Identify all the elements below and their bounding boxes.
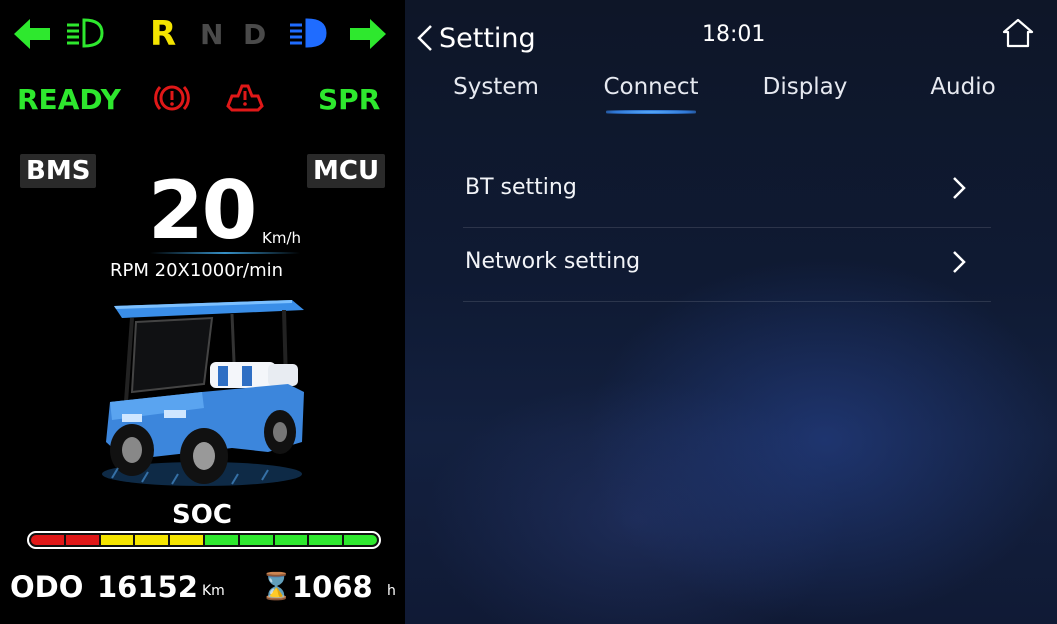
back-button[interactable]: Setting — [415, 18, 536, 58]
odo-value: 16152 — [97, 570, 198, 604]
page-title: Setting — [439, 22, 536, 54]
speed-divider — [150, 252, 300, 254]
hourglass-icon: ⌛ — [260, 572, 293, 602]
bt-setting-item[interactable]: BT setting — [463, 153, 991, 228]
soc-battery-bar — [27, 531, 381, 549]
mcu-badge: MCU — [307, 154, 386, 188]
ready-indicator: READY — [17, 83, 121, 116]
spr-indicator: SPR — [318, 83, 381, 116]
soc-segment — [344, 535, 377, 545]
network-setting-label: Network setting — [465, 249, 641, 274]
headlight-low-beam-icon — [67, 18, 104, 48]
hours-unit: h — [387, 583, 396, 599]
odo-label: ODO — [10, 570, 84, 604]
soc-segment — [309, 535, 343, 545]
soc-segment — [239, 535, 273, 545]
right-turn-signal-icon — [350, 19, 386, 49]
chevron-right-icon — [953, 177, 966, 199]
clock-time: 18:01 — [702, 22, 766, 47]
vehicle-fault-icon — [226, 84, 264, 112]
tab-connect[interactable]: Connect — [601, 74, 701, 100]
golf-cart-image — [102, 300, 304, 486]
soc-segment — [204, 535, 238, 545]
bms-badge: BMS — [20, 154, 97, 188]
instrument-cluster: R N D READY SPR BMS MCU 20 Km/h RPM 20X1… — [0, 0, 405, 624]
speed-unit: Km/h — [262, 229, 302, 247]
soc-segment — [65, 535, 99, 545]
odo-unit: Km — [202, 583, 225, 599]
hours-value: 1068 — [292, 570, 373, 604]
soc-segment — [100, 535, 134, 545]
speed-value: 20 — [148, 164, 257, 257]
tab-audio[interactable]: Audio — [923, 74, 1003, 100]
parking-brake-icon — [154, 85, 190, 111]
tab-system[interactable]: System — [451, 74, 541, 100]
home-icon[interactable] — [1001, 17, 1035, 49]
rpm-readout: RPM 20X1000r/min — [110, 260, 284, 281]
soc-segment — [31, 535, 64, 545]
soc-segment — [135, 535, 169, 545]
left-turn-signal-icon — [14, 19, 50, 49]
gear-d-indicator: D — [243, 18, 267, 51]
soc-segment — [274, 535, 308, 545]
gear-r-indicator: R — [150, 14, 177, 54]
headlight-high-beam-icon — [290, 18, 327, 48]
active-tab-indicator — [606, 110, 696, 114]
gear-n-indicator: N — [200, 18, 224, 51]
chevron-right-icon — [953, 251, 966, 273]
soc-label: SOC — [172, 500, 232, 530]
tab-display[interactable]: Display — [760, 74, 850, 100]
settings-panel: Setting 18:01 System Connect Display Aud… — [405, 0, 1057, 624]
chevron-left-icon — [417, 25, 432, 51]
network-setting-item[interactable]: Network setting — [463, 227, 991, 302]
bt-setting-label: BT setting — [465, 175, 577, 200]
soc-segment — [170, 535, 203, 545]
